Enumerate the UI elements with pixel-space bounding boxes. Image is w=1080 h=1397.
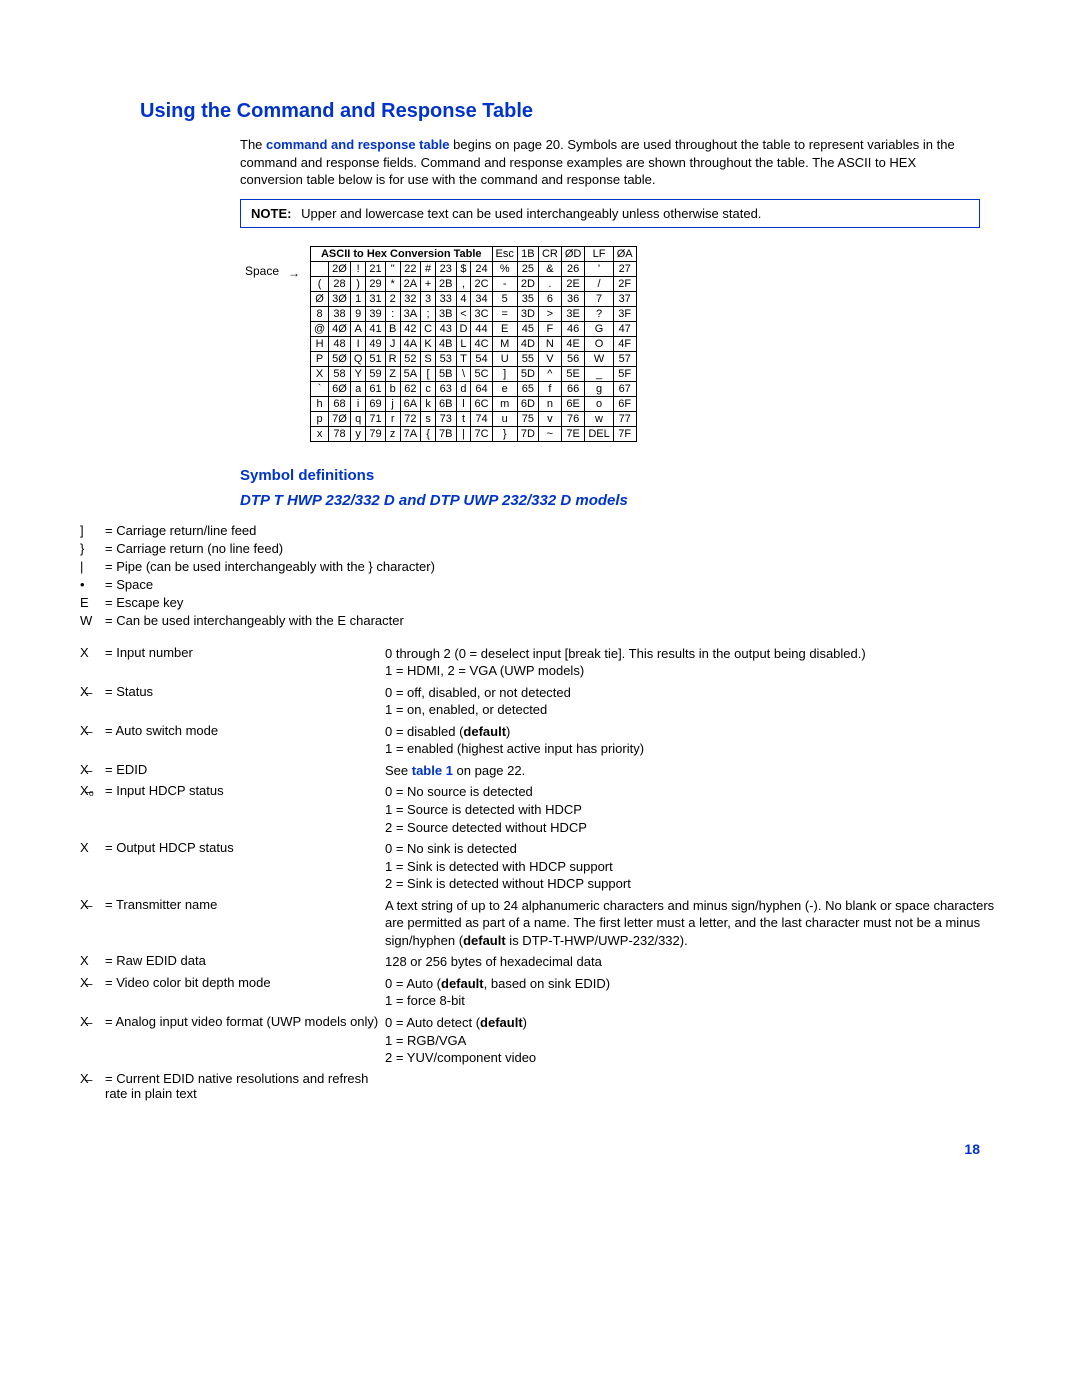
- symbol-list: ]= Carriage return/line feed }= Carriage …: [80, 523, 1010, 628]
- symbol-definitions-heading: Symbol definitions: [240, 467, 1010, 484]
- model-heading: DTP T HWP 232/332 D and DTP UWP 232/332 …: [240, 492, 1010, 509]
- definition-row: X̶= Analog input video format (UWP model…: [80, 1014, 1010, 1067]
- definition-row: X̶₀= Input HDCP status0 = No source is d…: [80, 783, 1010, 836]
- definition-row: X̶= Current EDID native resolutions and …: [80, 1071, 1010, 1101]
- note-box: NOTE: Upper and lowercase text can be us…: [240, 199, 980, 228]
- symbol-row: ]= Carriage return/line feed: [80, 523, 1010, 538]
- ascii-table-container: Space → ASCII to Hex Conversion TableEsc…: [310, 246, 1010, 442]
- definition-row: X̶= Auto switch mode0 = disabled (defaul…: [80, 723, 1010, 758]
- ascii-conversion-table: ASCII to Hex Conversion TableEsc1BCRØDLF…: [310, 246, 637, 442]
- note-text: Upper and lowercase text can be used int…: [301, 206, 761, 221]
- page-number: 18: [70, 1141, 980, 1157]
- section-heading: Using the Command and Response Table: [140, 100, 1010, 123]
- arrow-icon: →: [288, 266, 300, 280]
- symbol-row: E= Escape key: [80, 595, 1010, 610]
- definition-row: X̶= Transmitter nameA text string of up …: [80, 897, 1010, 950]
- note-label: NOTE:: [251, 206, 291, 221]
- definition-row: X= Output HDCP status0 = No sink is dete…: [80, 840, 1010, 893]
- symbol-row: }= Carriage return (no line feed): [80, 541, 1010, 556]
- definition-row: X̶= Status0 = off, disabled, or not dete…: [80, 684, 1010, 719]
- intro-pre: The: [240, 137, 266, 152]
- definition-row: X= Input number0 through 2 (0 = deselect…: [80, 645, 1010, 680]
- symbol-row: W= Can be used interchangeably with the …: [80, 613, 1010, 628]
- definition-row: X̶= Video color bit depth mode0 = Auto (…: [80, 975, 1010, 1010]
- variable-definitions: X= Input number0 through 2 (0 = deselect…: [80, 645, 1010, 1101]
- intro-link[interactable]: command and response table: [266, 137, 450, 152]
- space-label: Space: [245, 264, 279, 278]
- symbol-row: |= Pipe (can be used interchangeably wit…: [80, 559, 1010, 574]
- symbol-row: •= Space: [80, 577, 1010, 592]
- definition-row: X= Raw EDID data128 or 256 bytes of hexa…: [80, 953, 1010, 971]
- definition-row: X̶= EDIDSee table 1 on page 22.: [80, 762, 1010, 780]
- intro-paragraph: The command and response table begins on…: [240, 136, 980, 189]
